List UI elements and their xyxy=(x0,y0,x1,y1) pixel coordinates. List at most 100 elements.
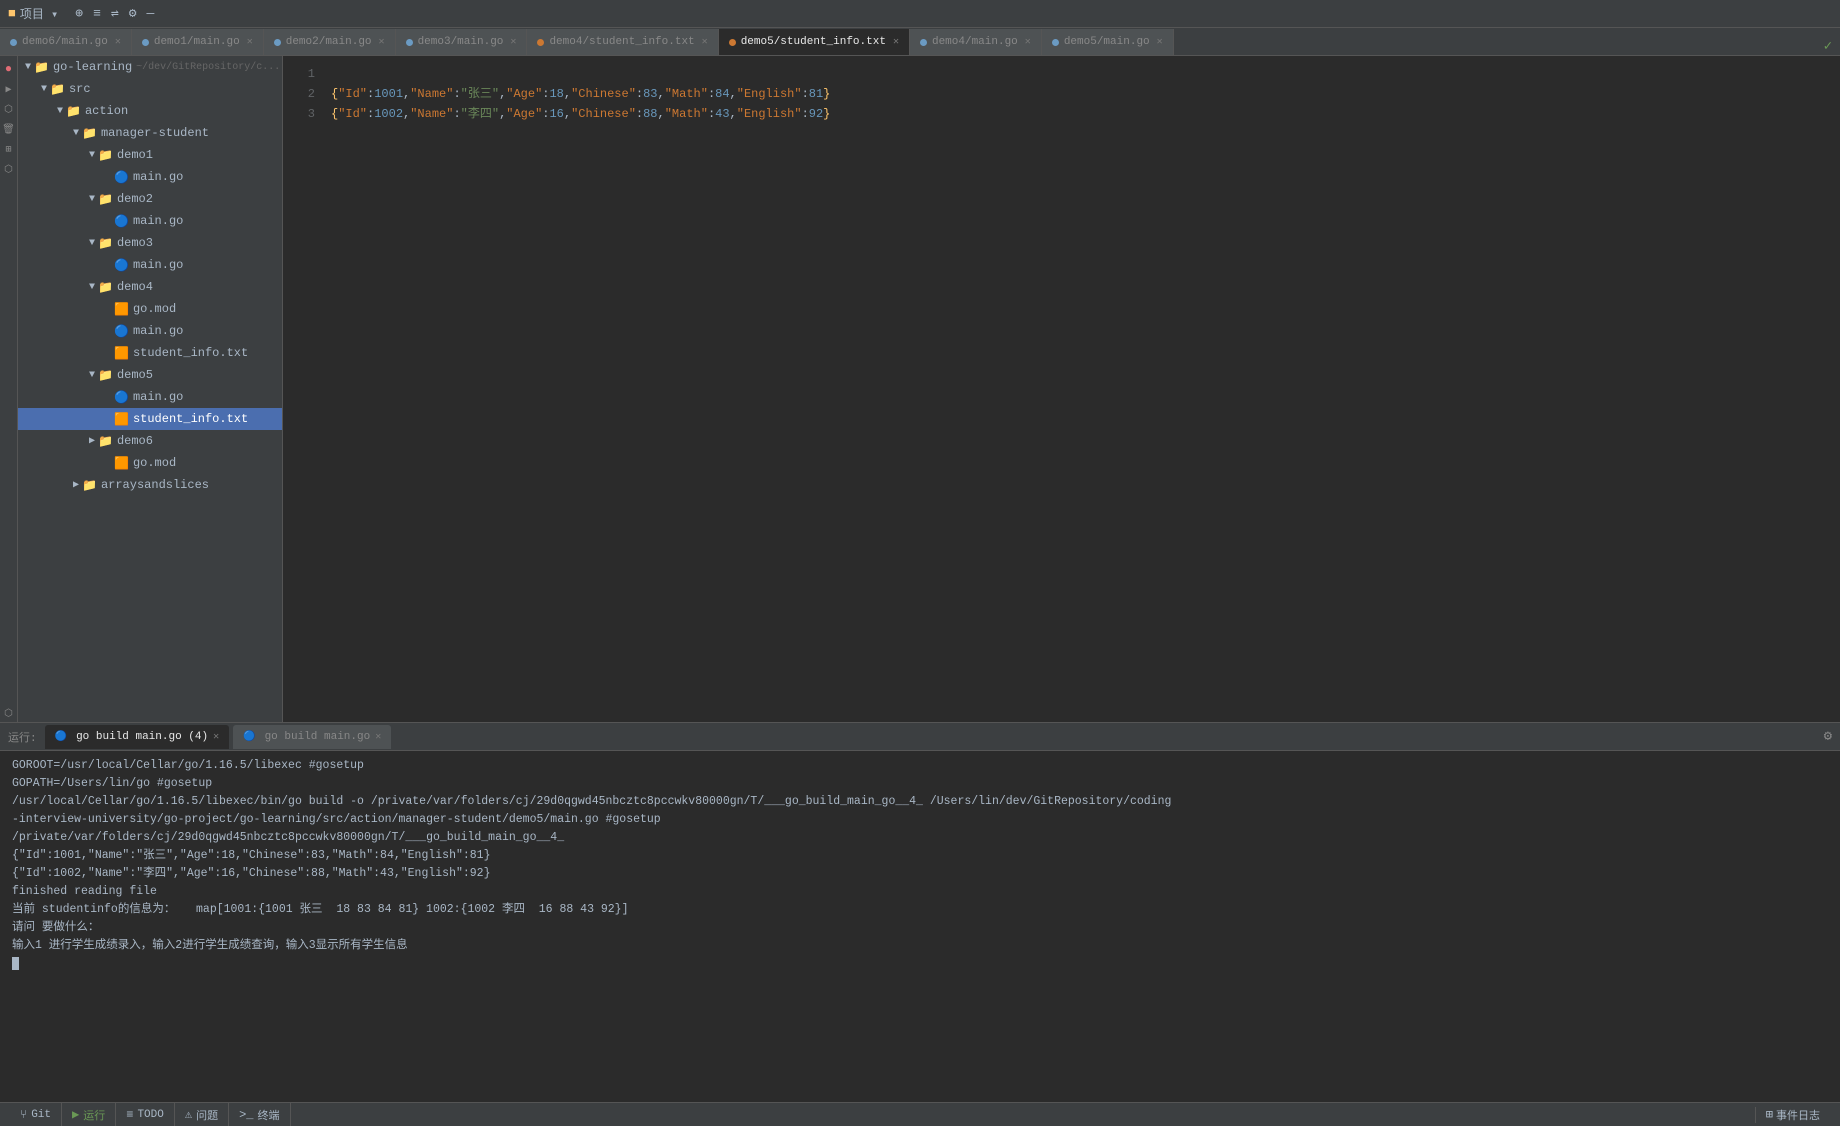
tab-demo2-main[interactable]: demo2/main.go ✕ xyxy=(264,29,396,55)
tree-label: main.go xyxy=(133,170,183,184)
tree-label: demo5 xyxy=(117,368,153,382)
tree-demo6-gomod[interactable]: 🟧 go.mod xyxy=(18,452,282,474)
minimize-icon[interactable]: — xyxy=(144,6,158,21)
txt-file-icon: 🟧 xyxy=(114,346,129,361)
tab-demo1-main[interactable]: demo1/main.go ✕ xyxy=(132,29,264,55)
tab-demo5-txt[interactable]: demo5/student_info.txt ✕ xyxy=(719,29,910,55)
go-file-icon: 🔵 xyxy=(114,214,129,229)
sidebar-icon-3[interactable]: ⬡ xyxy=(4,102,13,118)
arrow-icon: ▶ xyxy=(86,435,98,447)
tree-demo4-main[interactable]: 🔵 main.go xyxy=(18,320,282,342)
tree-label: src xyxy=(69,82,91,96)
run-tab-2[interactable]: 🔵 go build main.go ✕ xyxy=(233,725,391,749)
tree-label: demo1 xyxy=(117,148,153,162)
sidebar-icon-1[interactable]: ● xyxy=(5,60,12,78)
tree-manager-student[interactable]: ▼ 📁 manager-student xyxy=(18,122,282,144)
tree-label: demo4 xyxy=(117,280,153,294)
tab-demo4-txt[interactable]: demo4/student_info.txt ✕ xyxy=(527,29,718,55)
tree-label: demo2 xyxy=(117,192,153,206)
tree-project-root[interactable]: ▼ 📁 go-learning ~/dev/GitRepository/c... xyxy=(18,56,282,78)
tree-demo4-gomod[interactable]: 🟧 go.mod xyxy=(18,298,282,320)
nav-icon-2[interactable]: ≡ xyxy=(90,6,104,21)
tab-demo3-main[interactable]: demo3/main.go ✕ xyxy=(396,29,528,55)
tree-demo4-txt[interactable]: 🟧 student_info.txt xyxy=(18,342,282,364)
run-icon: ▶ xyxy=(72,1107,79,1122)
tab-close[interactable]: ✕ xyxy=(510,36,516,48)
tree-label: go.mod xyxy=(133,302,176,316)
sidebar-icon-2[interactable]: ▶ xyxy=(5,82,11,98)
tree-demo5-main[interactable]: 🔵 main.go xyxy=(18,386,282,408)
tree-src[interactable]: ▼ 📁 src xyxy=(18,78,282,100)
tab-label: demo1/main.go xyxy=(154,36,240,48)
tree-demo3[interactable]: ▼ 📁 demo3 xyxy=(18,232,282,254)
event-label: 事件日志 xyxy=(1776,1107,1820,1123)
sidebar-icon-5[interactable]: ⊞ xyxy=(5,142,11,158)
tab-demo6-main[interactable]: demo6/main.go ✕ xyxy=(0,29,132,55)
bottom-panel: 运行: 🔵 go build main.go (4) ✕ 🔵 go build … xyxy=(0,722,1840,1102)
tab-close[interactable]: ✕ xyxy=(379,36,385,48)
run-tabs-bar: 运行: 🔵 go build main.go (4) ✕ 🔵 go build … xyxy=(0,723,1840,751)
tree-demo5[interactable]: ▼ 📁 demo5 xyxy=(18,364,282,386)
status-right: ⊞ 事件日志 xyxy=(1755,1107,1830,1123)
nav-icon-3[interactable]: ⇌ xyxy=(108,6,122,21)
go-file-icon: 🔵 xyxy=(114,258,129,273)
git-status[interactable]: ⑂ Git xyxy=(10,1103,62,1126)
sidebar-icon-7[interactable]: ⬡ xyxy=(4,706,13,722)
tab-demo4-main[interactable]: demo4/main.go ✕ xyxy=(910,29,1042,55)
tree-label: student_info.txt xyxy=(133,346,248,360)
terminal-status[interactable]: >_ 终端 xyxy=(229,1103,290,1126)
arrow-icon: ▼ xyxy=(86,238,98,249)
tree-arraysandslices[interactable]: ▶ 📁 arraysandslices xyxy=(18,474,282,496)
project-menu[interactable]: 项目 ▾ xyxy=(20,5,58,22)
tree-demo5-txt[interactable]: 🟧 student_info.txt xyxy=(18,408,282,430)
arrow-icon: ▼ xyxy=(22,62,34,73)
run-tab-1-close[interactable]: ✕ xyxy=(213,731,219,743)
terminal-output[interactable]: GOROOT=/usr/local/Cellar/go/1.16.5/libex… xyxy=(0,751,1840,1102)
tree-label: main.go xyxy=(133,390,183,404)
tab-label: demo2/main.go xyxy=(286,36,372,48)
tree-label: main.go xyxy=(133,324,183,338)
run-tab-1[interactable]: 🔵 go build main.go (4) ✕ xyxy=(45,725,230,749)
tab-close[interactable]: ✕ xyxy=(247,36,253,48)
tree-demo3-main[interactable]: 🔵 main.go xyxy=(18,254,282,276)
code-editor[interactable]: 1 2 3 {"Id":1001,"Name":"张三","Age":18,"C… xyxy=(283,56,1840,722)
file-tree: ▼ 📁 go-learning ~/dev/GitRepository/c...… xyxy=(18,56,283,722)
tab-demo5-main[interactable]: demo5/main.go ✕ xyxy=(1042,29,1174,55)
tree-demo6[interactable]: ▶ 📁 demo6 xyxy=(18,430,282,452)
check-icon: ✓ xyxy=(1824,38,1840,55)
problem-status[interactable]: ⚠ 问题 xyxy=(175,1103,229,1126)
gear-icon[interactable]: ⚙ xyxy=(1824,728,1832,745)
terminal-cursor-line xyxy=(12,955,1828,973)
sidebar-icon-6[interactable]: ⬡ xyxy=(4,162,13,178)
tab-close[interactable]: ✕ xyxy=(115,36,121,48)
tab-close[interactable]: ✕ xyxy=(893,36,899,48)
code-content[interactable]: {"Id":1001,"Name":"张三","Age":18,"Chinese… xyxy=(323,56,1840,722)
folder-icon: 📁 xyxy=(98,148,113,163)
event-log-status[interactable]: ⊞ 事件日志 xyxy=(1755,1107,1830,1123)
tree-demo2[interactable]: ▼ 📁 demo2 xyxy=(18,188,282,210)
problem-icon: ⚠ xyxy=(185,1107,192,1122)
left-sidebar-icons: ● ▶ ⬡ 🗑 ⊞ ⬡ ⬡ xyxy=(0,56,18,722)
arrow-icon: ▼ xyxy=(54,106,66,117)
terminal-label: 终端 xyxy=(258,1107,280,1123)
settings-icon[interactable]: ⚙ xyxy=(126,6,140,21)
tree-demo1-main[interactable]: 🔵 main.go xyxy=(18,166,282,188)
terminal-line: 请问 要做什么： xyxy=(12,919,1828,937)
sidebar-icon-4[interactable]: 🗑 xyxy=(2,122,15,138)
nav-icon-1[interactable]: ⊕ xyxy=(72,6,86,21)
tab-close[interactable]: ✕ xyxy=(1157,36,1163,48)
tab-close[interactable]: ✕ xyxy=(1025,36,1031,48)
title-bar-left: ■ 项目 ▾ xyxy=(8,5,58,22)
tree-action[interactable]: ▼ 📁 action xyxy=(18,100,282,122)
tree-demo1[interactable]: ▼ 📁 demo1 xyxy=(18,144,282,166)
terminal-line: {"Id":1001,"Name":"张三","Age":18,"Chinese… xyxy=(12,847,1828,865)
todo-status[interactable]: ≡ TODO xyxy=(116,1103,175,1126)
tree-demo4[interactable]: ▼ 📁 demo4 xyxy=(18,276,282,298)
terminal-line: -interview-university/go-project/go-lear… xyxy=(12,811,1828,829)
run-tab-2-close[interactable]: ✕ xyxy=(375,731,381,743)
arrow-icon: ▼ xyxy=(86,282,98,293)
terminal-line: 输入1 进行学生成绩录入，输入2进行学生成绩查询，输入3显示所有学生信息 xyxy=(12,937,1828,955)
tab-close[interactable]: ✕ xyxy=(702,36,708,48)
tree-demo2-main[interactable]: 🔵 main.go xyxy=(18,210,282,232)
run-status[interactable]: ▶ 运行 xyxy=(62,1103,116,1126)
